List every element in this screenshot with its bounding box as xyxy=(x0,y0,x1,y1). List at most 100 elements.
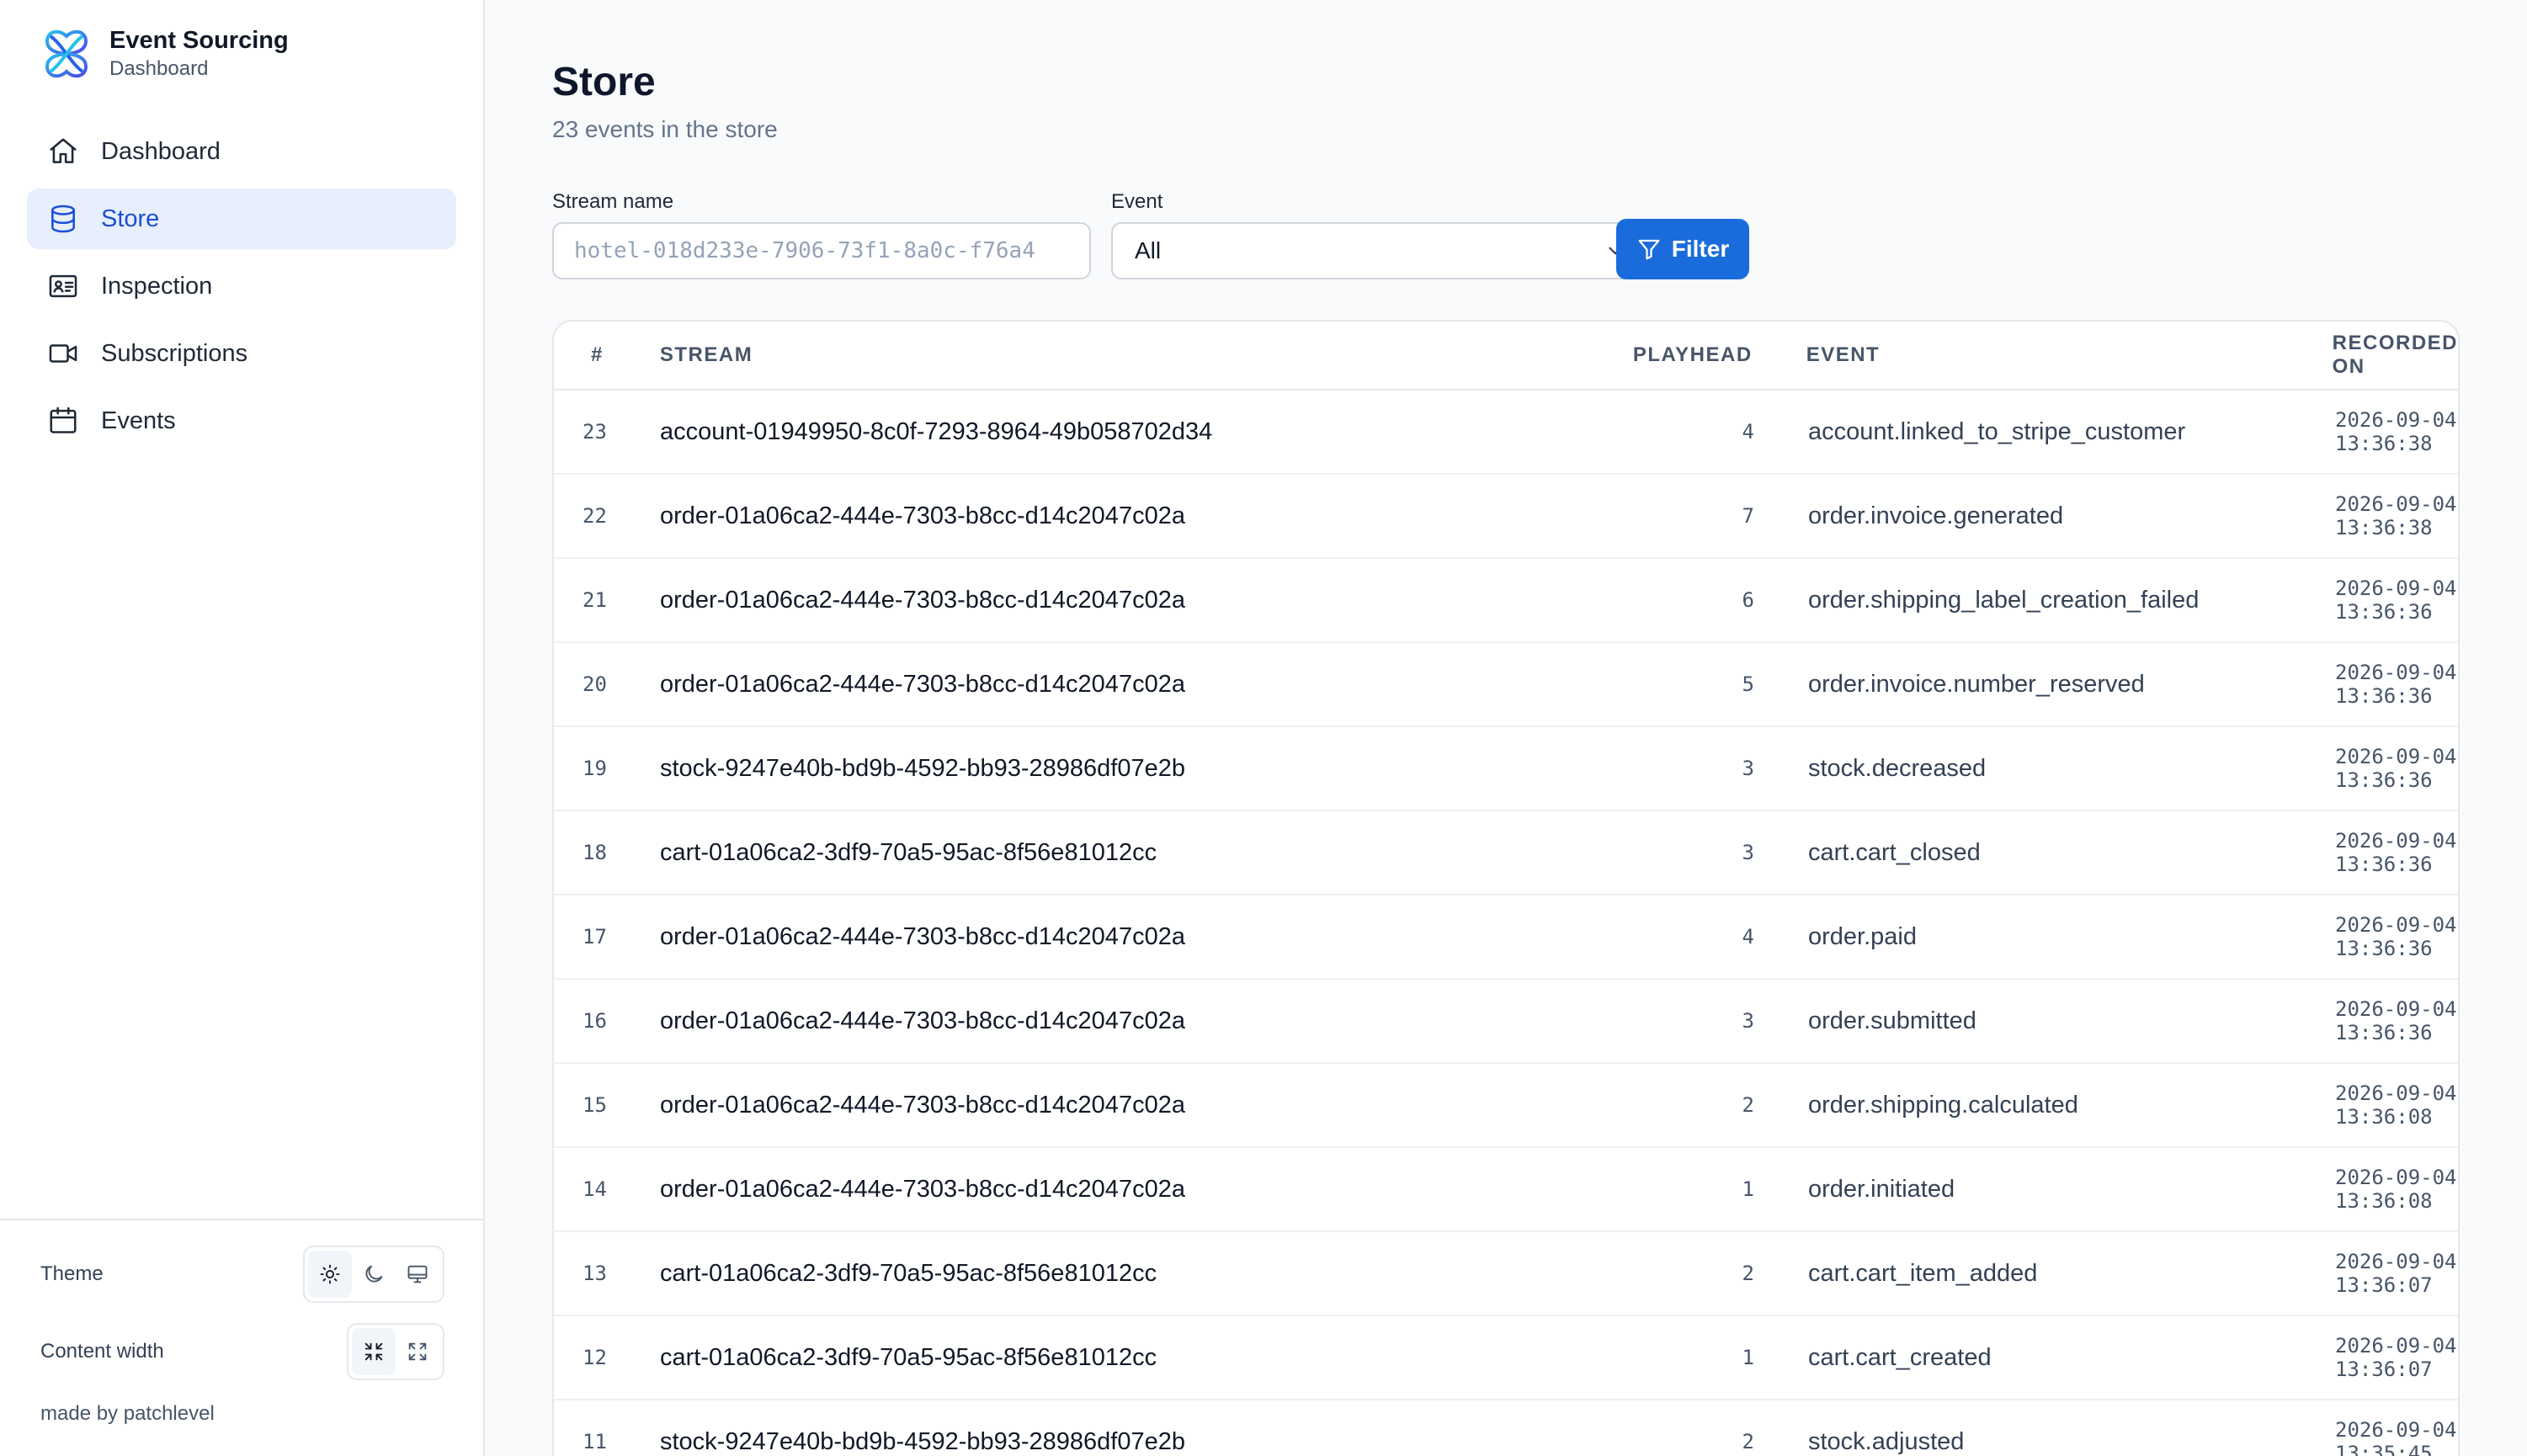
row-number: 13 xyxy=(583,1262,607,1285)
row-recorded-on: 2026-09-04 13:36:38 xyxy=(2335,408,2457,455)
brand-subtitle: Dashboard xyxy=(109,57,209,80)
brand[interactable]: Event Sourcing Dashboard xyxy=(42,25,289,82)
row-stream[interactable]: cart-01a06ca2-3df9-70a5-95ac-8f56e81012c… xyxy=(660,1344,1561,1372)
table-row[interactable]: 14 order-01a06ca2-444e-7303-b8cc-d14c2047… xyxy=(554,1148,2458,1232)
wide-width-button[interactable] xyxy=(396,1328,439,1375)
event-label: Event xyxy=(1111,190,1163,213)
header-recorded-on: RECORDED ON xyxy=(2332,332,2458,378)
narrow-width-button[interactable] xyxy=(352,1328,396,1375)
event-select[interactable]: All xyxy=(1111,222,1650,279)
row-event: order.paid xyxy=(1808,922,1917,950)
row-event: cart.cart_closed xyxy=(1808,838,1981,866)
sidebar-item-label: Inspection xyxy=(101,272,213,300)
table-row[interactable]: 13 cart-01a06ca2-3df9-70a5-95ac-8f56e8101… xyxy=(554,1232,2458,1316)
row-stream[interactable]: cart-01a06ca2-3df9-70a5-95ac-8f56e81012c… xyxy=(660,1260,1561,1288)
row-number: 21 xyxy=(583,588,607,612)
row-recorded-on: 2026-09-04 13:36:36 xyxy=(2335,829,2457,876)
row-stream[interactable]: order-01a06ca2-444e-7303-b8cc-d14c2047c0… xyxy=(660,1176,1561,1204)
table-row[interactable]: 16 order-01a06ca2-444e-7303-b8cc-d14c2047… xyxy=(554,980,2458,1064)
row-playhead: 4 xyxy=(1742,420,1754,444)
table-row[interactable]: 19 stock-9247e40b-bd9b-4592-bb93-28986df0… xyxy=(554,727,2458,811)
table-row[interactable]: 17 order-01a06ca2-444e-7303-b8cc-d14c2047… xyxy=(554,895,2458,980)
stream-name-input[interactable] xyxy=(552,222,1091,279)
row-stream[interactable]: account-01949950-8c0f-7293-8964-49b05870… xyxy=(660,418,1561,446)
row-stream[interactable]: cart-01a06ca2-3df9-70a5-95ac-8f56e81012c… xyxy=(660,839,1561,867)
made-by-link[interactable]: made by patchlevel xyxy=(40,1402,215,1426)
row-event: cart.cart_item_added xyxy=(1808,1259,2038,1287)
row-playhead: 5 xyxy=(1742,672,1754,696)
logo-icon xyxy=(45,29,88,78)
sidebar-item-store[interactable]: Store xyxy=(27,189,456,249)
content-width-switcher xyxy=(347,1323,444,1380)
row-number: 17 xyxy=(583,925,607,949)
sidebar-item-label: Dashboard xyxy=(101,137,221,165)
row-stream[interactable]: stock-9247e40b-bd9b-4592-bb93-28986df07e… xyxy=(660,1428,1561,1456)
row-event: stock.adjusted xyxy=(1808,1427,1965,1455)
table-row[interactable]: 23 account-01949950-8c0f-7293-8964-49b058… xyxy=(554,391,2458,475)
sidebar: Event Sourcing Dashboard Dashboard Store… xyxy=(0,0,485,1456)
dark-theme-button[interactable] xyxy=(352,1251,396,1298)
row-playhead: 3 xyxy=(1742,1009,1754,1033)
table-row[interactable]: 21 order-01a06ca2-444e-7303-b8cc-d14c2047… xyxy=(554,559,2458,643)
sidebar-item-inspection[interactable]: Inspection xyxy=(27,256,456,316)
brand-title: Event Sourcing xyxy=(109,27,289,54)
table-row[interactable]: 22 order-01a06ca2-444e-7303-b8cc-d14c2047… xyxy=(554,475,2458,559)
row-event: cart.cart_created xyxy=(1808,1343,1992,1371)
row-playhead: 3 xyxy=(1742,757,1754,780)
row-number: 12 xyxy=(583,1346,607,1369)
sidebar-item-subscriptions[interactable]: Subscriptions xyxy=(27,323,456,384)
content-width-label: Content width xyxy=(40,1340,164,1363)
row-recorded-on: 2026-09-04 13:36:36 xyxy=(2335,661,2457,708)
table-row[interactable]: 12 cart-01a06ca2-3df9-70a5-95ac-8f56e8101… xyxy=(554,1316,2458,1400)
row-event: account.linked_to_stripe_customer xyxy=(1808,417,2186,445)
table-row[interactable]: 11 stock-9247e40b-bd9b-4592-bb93-28986df0… xyxy=(554,1400,2458,1456)
filter-button[interactable]: Filter xyxy=(1616,219,1749,279)
row-number: 20 xyxy=(583,672,607,696)
theme-switcher xyxy=(303,1246,444,1303)
row-event: order.invoice.generated xyxy=(1808,502,2064,529)
row-recorded-on: 2026-09-04 13:36:07 xyxy=(2335,1334,2457,1381)
table-row[interactable]: 20 order-01a06ca2-444e-7303-b8cc-d14c2047… xyxy=(554,643,2458,727)
database-icon xyxy=(51,205,75,233)
row-number: 15 xyxy=(583,1093,607,1117)
table-row[interactable]: 15 order-01a06ca2-444e-7303-b8cc-d14c2047… xyxy=(554,1064,2458,1148)
row-stream[interactable]: order-01a06ca2-444e-7303-b8cc-d14c2047c0… xyxy=(660,1007,1561,1035)
row-stream[interactable]: order-01a06ca2-444e-7303-b8cc-d14c2047c0… xyxy=(660,1092,1561,1119)
event-select-value: All xyxy=(1135,237,1162,263)
sidebar-item-label: Subscriptions xyxy=(101,339,248,367)
calendar-icon xyxy=(50,407,77,433)
system-theme-button[interactable] xyxy=(396,1251,439,1298)
row-event: order.shipping_label_creation_failed xyxy=(1808,586,2200,614)
funnel-icon xyxy=(1638,239,1660,260)
home-icon xyxy=(50,138,77,163)
row-recorded-on: 2026-09-04 13:36:07 xyxy=(2335,1250,2457,1297)
row-event: stock.decreased xyxy=(1808,754,1987,782)
sidebar-item-events[interactable]: Events xyxy=(27,391,456,451)
row-stream[interactable]: order-01a06ca2-444e-7303-b8cc-d14c2047c0… xyxy=(660,671,1561,699)
row-recorded-on: 2026-09-04 13:36:38 xyxy=(2335,492,2457,539)
row-stream[interactable]: order-01a06ca2-444e-7303-b8cc-d14c2047c0… xyxy=(660,502,1561,530)
page-subtitle: 23 events in the store xyxy=(552,116,778,142)
row-number: 14 xyxy=(583,1177,607,1201)
row-playhead: 2 xyxy=(1742,1262,1754,1285)
row-playhead: 2 xyxy=(1742,1430,1754,1453)
events-table: # STREAM PLAYHEAD EVENT RECORDED ON 23 ac… xyxy=(552,320,2460,1456)
row-stream[interactable]: stock-9247e40b-bd9b-4592-bb93-28986df07e… xyxy=(660,755,1561,783)
row-event: order.submitted xyxy=(1808,1007,1976,1034)
row-playhead: 1 xyxy=(1742,1346,1754,1369)
page-title: Store xyxy=(552,60,656,104)
row-playhead: 4 xyxy=(1742,925,1754,949)
light-theme-button[interactable] xyxy=(308,1251,352,1298)
row-event: order.invoice.number_reserved xyxy=(1808,670,2145,698)
sidebar-item-dashboard[interactable]: Dashboard xyxy=(27,121,456,182)
id-card-icon xyxy=(49,274,77,298)
row-stream[interactable]: order-01a06ca2-444e-7303-b8cc-d14c2047c0… xyxy=(660,587,1561,614)
row-number: 22 xyxy=(583,504,607,528)
content-width-row: Content width xyxy=(40,1323,444,1380)
table-row[interactable]: 18 cart-01a06ca2-3df9-70a5-95ac-8f56e8101… xyxy=(554,811,2458,895)
row-recorded-on: 2026-09-04 13:36:36 xyxy=(2335,577,2457,624)
moon-icon xyxy=(365,1265,383,1283)
row-stream[interactable]: order-01a06ca2-444e-7303-b8cc-d14c2047c0… xyxy=(660,923,1561,951)
row-playhead: 2 xyxy=(1742,1093,1754,1117)
filter-button-label: Filter xyxy=(1671,236,1730,262)
